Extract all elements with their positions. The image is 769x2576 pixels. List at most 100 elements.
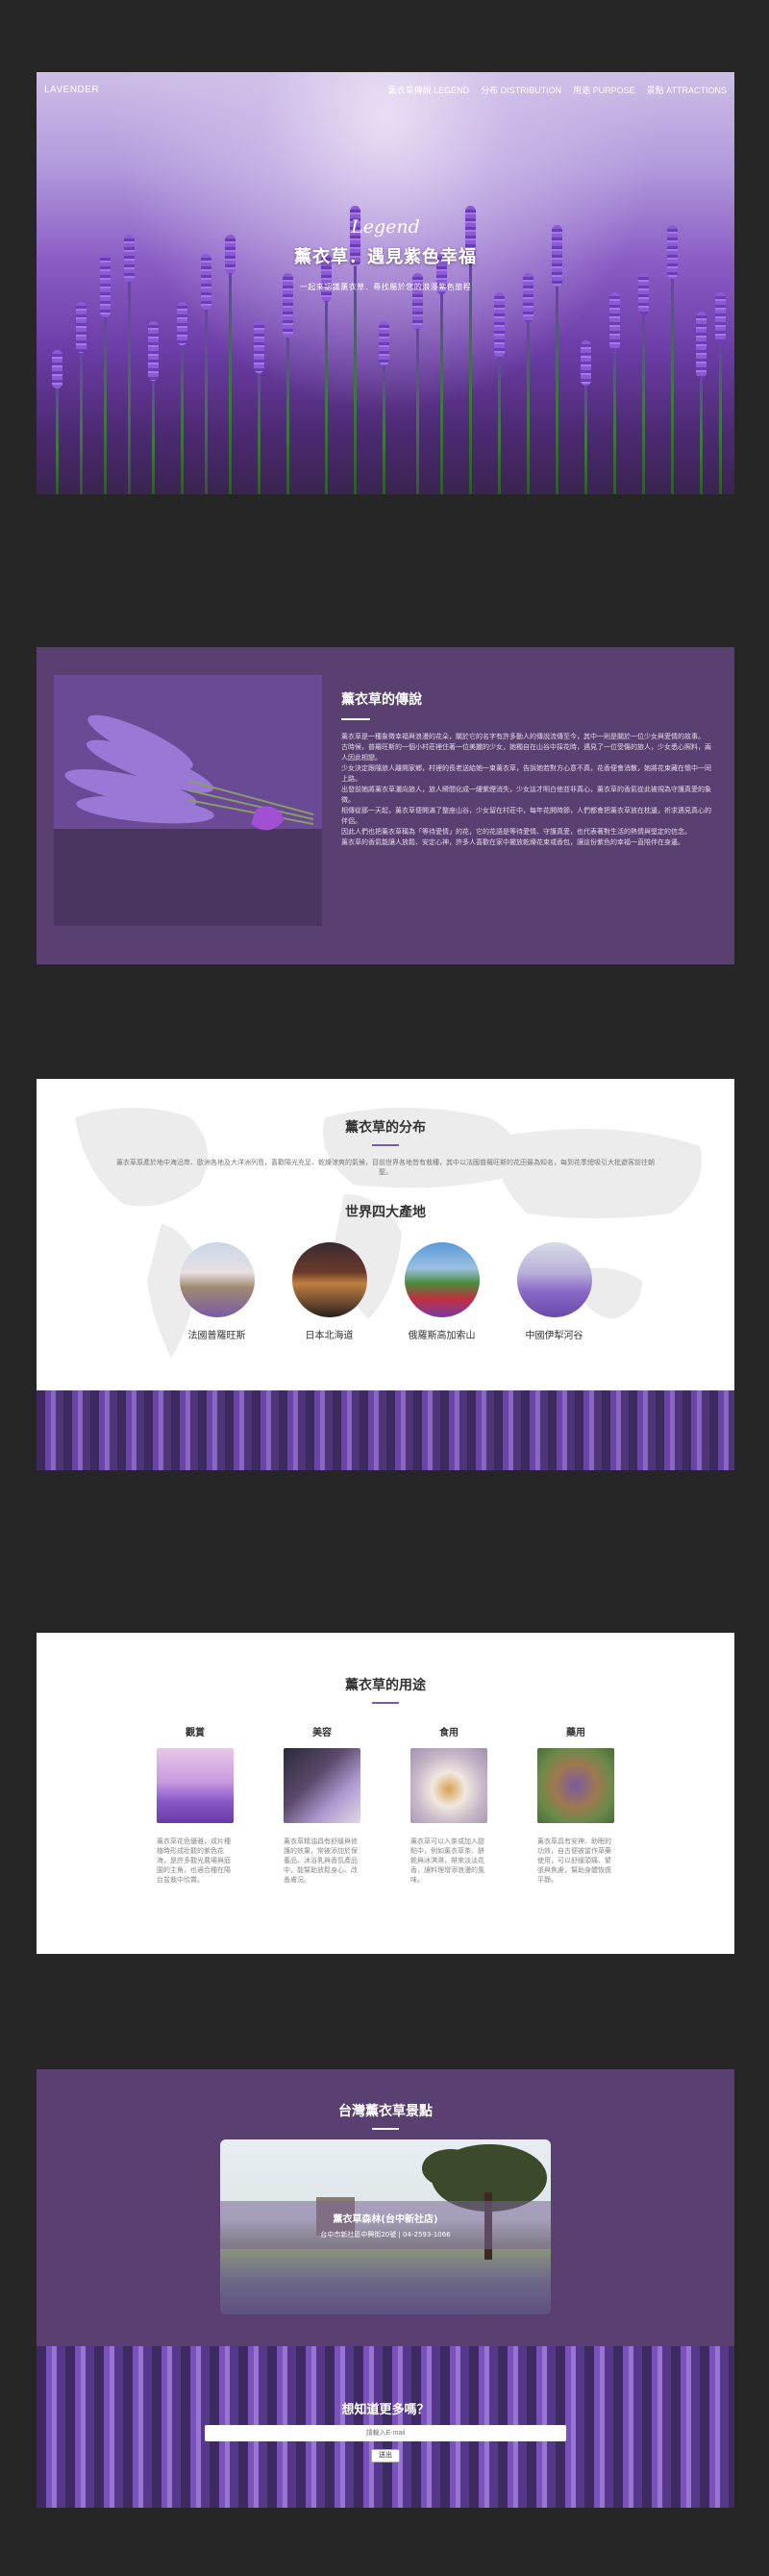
lavender-stalk xyxy=(584,376,587,494)
attraction-card[interactable]: 薰衣草森林(台中新社店) 台中市新社區中興街20號 | 04-2593-1066 xyxy=(220,2139,551,2314)
distribution-description: 薰衣草原產於地中海沿岸、歐洲各地及大洋洲列島，喜歡陽光充足、乾燥涼爽的氣候，目前… xyxy=(116,1159,655,1176)
distribution-section: 薰衣草的分布 薰衣草原產於地中海沿岸、歐洲各地及大洋洲列島，喜歡陽光充足、乾燥涼… xyxy=(37,1079,734,1470)
subscribe-form: 想知道更多嗎？ 送出 xyxy=(37,2399,734,2463)
legend-text: 薰衣草的傳說 薰衣草是一種象徵幸福與浪漫的花朵，關於它的名字有許多動人的傳說流傳… xyxy=(341,689,716,848)
lavender-stalk xyxy=(354,257,357,494)
lavender-bouquet-image xyxy=(54,675,322,926)
title-underline xyxy=(372,1144,399,1146)
hero-heading: Legend 薰衣草．遇見紫色幸福 一起來認識薰衣草．尋找屬於您的浪漫紫色旅程 xyxy=(37,216,734,292)
lavender-stalk xyxy=(56,379,59,494)
distribution-title: 薰衣草的分布 xyxy=(345,1120,426,1136)
producers-header: 世界四大產地 xyxy=(37,1202,734,1221)
attraction-address: 台中市新社區中興街20號 | 04-2593-1066 xyxy=(320,2231,451,2238)
lavender-bloom xyxy=(148,321,159,381)
lavender-bloom xyxy=(177,302,187,345)
use-item: 藥用 薰衣草具有安神、助眠的功效，自古便被當作草藥使用，可以舒緩頭痛、緊張與焦慮… xyxy=(537,1724,614,1885)
lavender-stalk xyxy=(613,340,616,494)
lavender-stalk xyxy=(152,371,155,494)
nav-distribution[interactable]: 分布 DISTRIBUTION xyxy=(481,84,561,96)
submit-button[interactable]: 送出 xyxy=(371,2449,400,2463)
lavender-stalk xyxy=(286,328,289,494)
lavender-bloom xyxy=(494,292,505,358)
hero-banner: LAVENDER 薰衣草傳說 LEGEND 分布 DISTRIBUTION 用途… xyxy=(37,72,734,494)
title-underline xyxy=(372,1702,399,1704)
lavender-bloom xyxy=(52,350,62,388)
legend-title: 薰衣草的傳說 xyxy=(341,692,422,708)
food-image xyxy=(410,1748,487,1823)
place-item: 中國伊犁河谷 xyxy=(516,1242,593,1341)
use-title: 藥用 xyxy=(566,1728,585,1738)
use-title: 食用 xyxy=(439,1728,459,1738)
lavender-bloom xyxy=(379,321,389,365)
lavender-stalk xyxy=(229,264,232,494)
email-field[interactable] xyxy=(205,2425,566,2441)
place-item: 法國普羅旺斯 xyxy=(179,1242,256,1341)
lavender-bloom xyxy=(76,302,87,353)
place-name: 日本北海道 xyxy=(305,1331,354,1341)
use-description: 薰衣草精油具有舒緩與修護的效果，常被添加於保養品、沐浴乳與香氛產品中，能幫助放鬆… xyxy=(284,1838,358,1884)
use-title: 美容 xyxy=(312,1728,332,1738)
place-item: 俄羅斯高加索山 xyxy=(404,1242,481,1341)
lavender-bloom xyxy=(715,292,726,342)
lavender-stalk xyxy=(498,348,501,494)
attraction-info: 薰衣草森林(台中新社店) 台中市新社區中興街20號 | 04-2593-1066 xyxy=(220,2201,551,2249)
use-title: 觀賞 xyxy=(186,1728,205,1738)
attractions-header: 台灣薰衣草景點 xyxy=(37,2101,734,2130)
use-description: 薰衣草花色優雅，成片種植時形成壯觀的紫色花海，是許多觀光農場與庭園的主角，也適合… xyxy=(157,1838,231,1884)
uses-section: 薰衣草的用途 觀賞 薰衣草花色優雅，成片種植時形成壯觀的紫色花海，是許多觀光農場… xyxy=(37,1633,734,1954)
place-name: 法國普羅旺斯 xyxy=(187,1331,246,1341)
subscribe-title: 想知道更多嗎？ xyxy=(341,2403,430,2417)
attractions-section: 台灣薰衣草景點 薰衣草森林(台中新社店) 台中市新社區中興街20號 | 04-2… xyxy=(37,2069,734,2508)
subscribe-banner: 想知道更多嗎？ 送出 xyxy=(37,2346,734,2508)
legend-paragraph: 薰衣草的香氣能讓人放鬆、安定心神，許多人喜歡在家中擺放乾燥花束或香包，讓這份紫色… xyxy=(341,838,684,846)
uses-title: 薰衣草的用途 xyxy=(345,1678,426,1693)
hokkaido-image xyxy=(291,1242,367,1317)
places-list: 法國普羅旺斯 日本北海道 俄羅斯高加索山 中國伊犁河谷 xyxy=(37,1242,734,1341)
place-name: 俄羅斯高加索山 xyxy=(408,1331,476,1341)
attractions-title: 台灣薰衣草景點 xyxy=(338,2104,433,2119)
distribution-header: 薰衣草的分布 xyxy=(37,1117,734,1146)
legend-paragraph: 薰衣草是一種象徵幸福與浪漫的花朵，關於它的名字有許多動人的傳說流傳至今，其中一則… xyxy=(341,733,705,740)
attraction-name: 薰衣草森林(台中新社店) xyxy=(333,2214,438,2225)
lavender-stalk xyxy=(440,285,443,494)
legend-section: 薰衣草的傳說 薰衣草是一種象徵幸福與浪漫的花朵，關於它的名字有許多動人的傳說流傳… xyxy=(37,647,734,964)
producers-subtitle: 世界四大產地 xyxy=(345,1205,426,1220)
lavender-stalk xyxy=(416,320,419,494)
lavender-stalk xyxy=(700,368,703,494)
use-item: 觀賞 薰衣草花色優雅，成片種植時形成壯觀的紫色花海，是許多觀光農場與庭園的主角，… xyxy=(157,1724,234,1885)
lavender-stalk xyxy=(556,277,558,494)
lavender-stalk xyxy=(527,313,530,494)
lavender-stalk xyxy=(128,272,131,494)
nav-legend[interactable]: 薰衣草傳說 LEGEND xyxy=(388,84,470,96)
lavender-bloom xyxy=(609,292,620,350)
site-logo[interactable]: LAVENDER xyxy=(44,85,99,95)
legend-paragraph: 古時候，普羅旺斯的一個小村莊裡住著一位美麗的少女，她獨自在山谷中採花時，遇見了一… xyxy=(341,743,711,762)
use-item: 美容 薰衣草精油具有舒緩與修護的效果，常被添加於保養品、沐浴乳與香氛產品中，能幫… xyxy=(284,1724,360,1885)
place-item: 日本北海道 xyxy=(291,1242,368,1341)
hero-script-title: Legend xyxy=(351,216,420,238)
medicinal-image xyxy=(537,1748,614,1823)
distribution-description-wrap: 薰衣草原產於地中海沿岸、歐洲各地及大洋洲列島，喜歡陽光充足、乾燥涼爽的氣候，目前… xyxy=(37,1158,734,1177)
lavender-bloom xyxy=(696,312,707,378)
lavender-bloom xyxy=(581,340,591,386)
hero-subtitle: 一起來認識薰衣草．尋找屬於您的浪漫紫色旅程 xyxy=(299,283,472,291)
lavender-stalk xyxy=(104,308,107,494)
provence-image xyxy=(179,1242,255,1317)
lavender-stalk xyxy=(258,363,260,494)
legend-paragraph: 出發前她將薰衣草灑向旅人，旅人瞬間化成一縷紫煙消失，少女這才明白他並非真心，薰衣… xyxy=(341,786,711,804)
legend-paragraph: 少女決定跟隨旅人離開家鄉，村裡的長老送給她一束薰衣草，告訴她若對方心意不真，花香… xyxy=(341,764,711,783)
lavender-stalk xyxy=(671,269,674,494)
lavender-strip-image xyxy=(37,1390,734,1470)
lavender-stalk xyxy=(205,300,208,494)
lavender-stalk xyxy=(80,343,83,494)
caucasus-image xyxy=(404,1242,480,1317)
lavender-bloom xyxy=(254,321,264,373)
legend-paragraph: 相傳從那一天起，薰衣草便開滿了整座山谷，少女留在村莊中，每年花開時節，人們都會把… xyxy=(341,807,711,825)
beauty-image xyxy=(284,1748,360,1823)
title-underline xyxy=(372,2128,399,2130)
nav-attractions[interactable]: 景點 ATTRACTIONS xyxy=(647,84,727,96)
nav-purpose[interactable]: 用途 PURPOSE xyxy=(573,84,635,96)
yili-valley-image xyxy=(516,1242,592,1317)
uses-header: 薰衣草的用途 xyxy=(37,1675,734,1704)
nav-links: 薰衣草傳說 LEGEND 分布 DISTRIBUTION 用途 PURPOSE … xyxy=(388,84,727,96)
